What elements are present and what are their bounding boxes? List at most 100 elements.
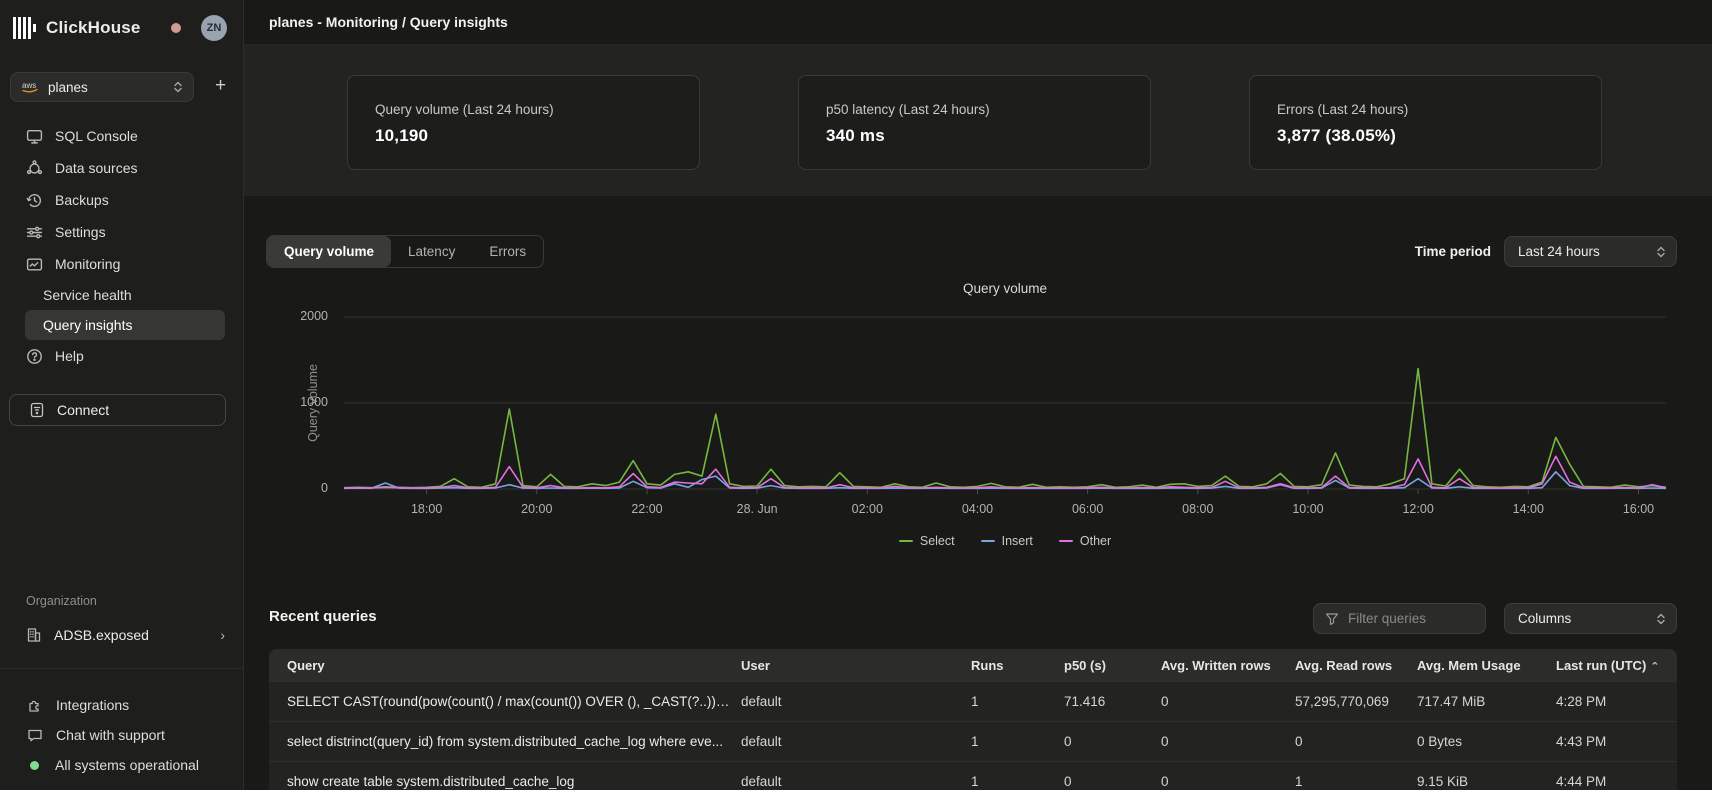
- sidebar-item-label: Monitoring: [55, 256, 120, 272]
- sidebar-item-backups[interactable]: Backups: [26, 184, 225, 216]
- aws-icon: aws: [21, 80, 40, 94]
- x-axis-tick: 14:00: [1513, 502, 1544, 516]
- tab-errors[interactable]: Errors: [472, 236, 543, 267]
- terminal-icon: [26, 128, 43, 145]
- avatar[interactable]: ZN: [201, 15, 227, 41]
- table-cell: default: [741, 734, 971, 749]
- table-cell: 0: [1064, 734, 1161, 749]
- x-axis-tick: 08:00: [1182, 502, 1213, 516]
- table-cell: default: [741, 774, 971, 789]
- sidebar-item-chat-support[interactable]: Chat with support: [27, 720, 225, 750]
- stats-strip: Query volume (Last 24 hours) 10,190 p50 …: [244, 44, 1712, 196]
- column-header[interactable]: p50 (s): [1064, 658, 1161, 673]
- stat-card-query-volume: Query volume (Last 24 hours) 10,190: [347, 75, 700, 170]
- chart-tabs: Query volume Latency Errors: [266, 235, 544, 268]
- service-name: planes: [48, 80, 173, 95]
- x-axis-tick: 18:00: [411, 502, 442, 516]
- x-axis-tick: 06:00: [1072, 502, 1103, 516]
- sidebar-item-sql-console[interactable]: SQL Console: [26, 120, 225, 152]
- column-header[interactable]: Last run (UTC)⌃: [1556, 658, 1677, 673]
- query-volume-chart[interactable]: [344, 307, 1666, 497]
- filter-queries-input[interactable]: [1348, 611, 1474, 626]
- table-cell: 717.47 MiB: [1417, 694, 1556, 709]
- building-icon: [26, 627, 42, 643]
- sidebar-item-query-insights[interactable]: Query insights: [25, 310, 225, 340]
- chevron-updown-icon: [173, 80, 183, 94]
- chevron-right-icon: ›: [220, 627, 225, 643]
- table-cell: 0 Bytes: [1417, 734, 1556, 749]
- organization-label: Organization: [26, 594, 97, 608]
- x-axis-tick: 02:00: [852, 502, 883, 516]
- status-label: All systems operational: [55, 757, 199, 773]
- sidebar-nav: SQL Console Data sources Backups Setting…: [0, 120, 243, 372]
- data-sources-icon: [26, 160, 43, 177]
- column-header[interactable]: Runs: [971, 658, 1064, 673]
- funnel-icon: [1325, 612, 1339, 626]
- table-cell: 4:43 PM: [1556, 734, 1677, 749]
- sidebar-subitem-label: Query insights: [43, 317, 132, 333]
- time-period-select[interactable]: Last 24 hours: [1504, 236, 1677, 267]
- footer-item-label: Chat with support: [56, 727, 165, 743]
- settings-icon: [26, 224, 43, 241]
- table-row[interactable]: select distrinct(query_id) from system.d…: [269, 721, 1677, 761]
- table-cell: 0: [1295, 734, 1417, 749]
- tab-query-volume[interactable]: Query volume: [267, 236, 391, 267]
- y-axis-tick: 1000: [244, 395, 328, 409]
- connect-icon: [29, 402, 45, 418]
- content: Query volume Latency Errors Time period …: [244, 196, 1712, 790]
- column-header[interactable]: User: [741, 658, 971, 673]
- puzzle-icon: [27, 697, 43, 713]
- stat-label: Query volume (Last 24 hours): [375, 102, 699, 117]
- table-cell: 57,295,770,069: [1295, 694, 1417, 709]
- sidebar-item-help[interactable]: Help: [26, 340, 225, 372]
- legend-item-select[interactable]: Select: [899, 534, 955, 548]
- column-header[interactable]: Avg. Read rows: [1295, 658, 1417, 673]
- table-cell: 1: [971, 774, 1064, 789]
- table-cell: 1: [971, 734, 1064, 749]
- clickhouse-logo-icon: [13, 17, 36, 39]
- legend-swatch-icon: [981, 540, 995, 543]
- sidebar: ClickHouse ZN aws planes + SQL Console: [0, 0, 244, 790]
- table-cell: select distrinct(query_id) from system.d…: [269, 734, 741, 749]
- add-service-button[interactable]: +: [208, 74, 233, 100]
- stat-label: p50 latency (Last 24 hours): [826, 102, 1150, 117]
- column-header[interactable]: Avg. Mem Usage: [1417, 658, 1556, 673]
- footer-item-label: Integrations: [56, 697, 129, 713]
- legend-item-other[interactable]: Other: [1059, 534, 1111, 548]
- sidebar-item-integrations[interactable]: Integrations: [27, 690, 225, 720]
- legend-item-insert[interactable]: Insert: [981, 534, 1033, 548]
- help-icon: [26, 348, 43, 365]
- table-cell: 4:28 PM: [1556, 694, 1677, 709]
- organization-switcher[interactable]: ADSB.exposed ›: [26, 620, 225, 650]
- x-axis-tick: 04:00: [962, 502, 993, 516]
- presence-dot-icon: [171, 23, 181, 33]
- stat-value: 3,877 (38.05%): [1277, 126, 1601, 146]
- y-axis-tick: 0: [244, 481, 328, 495]
- sidebar-item-label: Help: [55, 348, 84, 364]
- tab-latency[interactable]: Latency: [391, 236, 472, 267]
- connect-button[interactable]: Connect: [9, 394, 226, 426]
- stat-card-p50-latency: p50 latency (Last 24 hours) 340 ms: [798, 75, 1151, 170]
- breadcrumb: planes - Monitoring / Query insights: [269, 14, 508, 30]
- chat-icon: [27, 727, 43, 743]
- sidebar-item-data-sources[interactable]: Data sources: [26, 152, 225, 184]
- system-status[interactable]: All systems operational: [27, 750, 225, 780]
- monitoring-icon: [26, 256, 43, 273]
- sidebar-item-settings[interactable]: Settings: [26, 216, 225, 248]
- table-row[interactable]: show create table system.distributed_cac…: [269, 761, 1677, 790]
- sidebar-item-monitoring[interactable]: Monitoring: [26, 248, 225, 280]
- sidebar-item-service-health[interactable]: Service health: [25, 280, 225, 310]
- chart-title: Query volume: [344, 281, 1666, 296]
- chart-legend: Select Insert Other: [344, 534, 1666, 548]
- x-axis-tick: 16:00: [1623, 502, 1654, 516]
- sidebar-subitem-label: Service health: [43, 287, 132, 303]
- table-row[interactable]: SELECT CAST(round(pow(count() / max(coun…: [269, 681, 1677, 721]
- columns-select[interactable]: Columns: [1504, 603, 1677, 634]
- table-cell: 0: [1161, 694, 1295, 709]
- sidebar-item-label: Settings: [55, 224, 106, 240]
- service-selector[interactable]: aws planes: [10, 72, 194, 102]
- table-cell: default: [741, 694, 971, 709]
- sidebar-item-label: SQL Console: [55, 128, 138, 144]
- column-header[interactable]: Query: [269, 658, 741, 673]
- column-header[interactable]: Avg. Written rows: [1161, 658, 1295, 673]
